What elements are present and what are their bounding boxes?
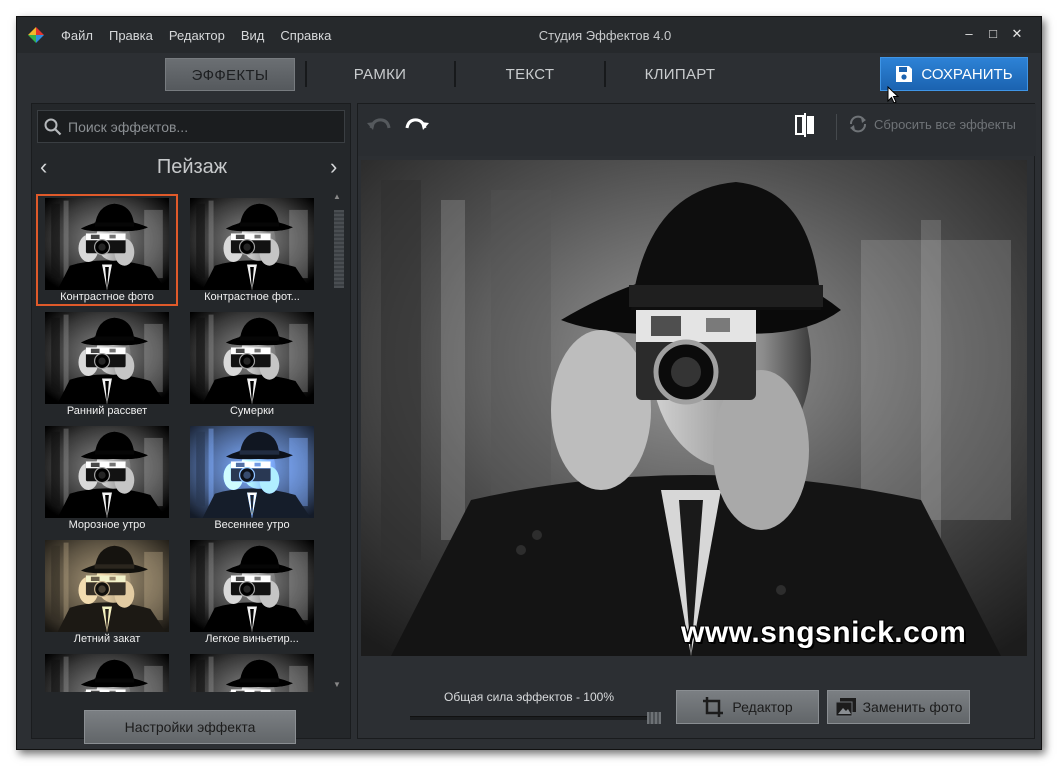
effect-thumbnail xyxy=(45,312,169,404)
effect-tile[interactable]: Легкое виньетир... xyxy=(181,536,323,648)
tab-divider xyxy=(305,61,307,87)
replace-photo-label: Заменить фото xyxy=(862,699,963,715)
photo-image xyxy=(361,160,1027,656)
category-prev-button[interactable]: ‹ xyxy=(40,154,47,180)
tab-text[interactable]: ТЕКСТ xyxy=(465,58,595,91)
save-button-label: СОХРАНИТЬ xyxy=(921,65,1013,83)
effect-strength-slider[interactable] xyxy=(410,716,658,720)
crop-icon xyxy=(703,697,724,717)
tab-frames[interactable]: РАМКИ xyxy=(315,58,445,91)
effect-thumbnail xyxy=(190,426,314,518)
undo-icon[interactable] xyxy=(366,114,392,136)
effect-tile[interactable]: Контрастное фот... xyxy=(181,194,323,306)
app-window: Файл Правка Редактор Вид Справка Студия … xyxy=(16,16,1042,750)
category-next-button[interactable]: › xyxy=(330,154,337,180)
effect-strength-label: Общая сила эффектов - 100% xyxy=(444,690,614,704)
effect-tile[interactable] xyxy=(181,650,323,692)
title-bar: Файл Правка Редактор Вид Справка Студия … xyxy=(17,17,1041,53)
search-box xyxy=(37,110,345,143)
tab-divider xyxy=(454,61,456,87)
save-icon xyxy=(896,66,913,82)
effect-thumbnail xyxy=(45,198,169,290)
search-icon xyxy=(44,118,62,136)
window-title: Студия Эффектов 4.0 xyxy=(538,28,672,43)
effect-label: Морозное утро xyxy=(68,519,146,531)
preview-toolbar: Сбросить все эффекты xyxy=(358,104,1036,156)
effect-tile[interactable]: Морозное утро xyxy=(36,422,178,534)
search-input[interactable] xyxy=(68,111,338,142)
effect-label: Ранний рассвет xyxy=(66,405,148,417)
reset-effects-label: Сбросить все эффекты xyxy=(874,116,1016,132)
effects-grid: Контрастное фото Контрастное фот... Ранний… xyxy=(36,192,328,692)
tab-clipart[interactable]: КЛИПАРТ xyxy=(615,58,745,91)
scroll-down-icon[interactable]: ▼ xyxy=(333,680,341,689)
effect-label: Легкое виньетир... xyxy=(205,633,299,645)
preview-panel: Сбросить все эффекты www.sngsnick.com Об… xyxy=(357,103,1036,739)
effect-tile[interactable]: Весеннее утро xyxy=(181,422,323,534)
photo-preview: www.sngsnick.com xyxy=(361,160,1027,656)
toolbar-divider xyxy=(836,114,837,140)
replace-photo-button[interactable]: Заменить фото xyxy=(827,690,970,724)
image-icon xyxy=(835,698,856,717)
effect-label: Весеннее утро xyxy=(214,519,290,531)
refresh-icon xyxy=(850,115,866,133)
tab-effects[interactable]: ЭФФЕКТЫ xyxy=(165,58,295,91)
effect-tile[interactable]: Контрастное фото xyxy=(36,194,178,306)
effect-tile[interactable]: Ранний рассвет xyxy=(36,308,178,420)
effect-thumbnail xyxy=(45,540,169,632)
scrollbar-thumb[interactable] xyxy=(334,210,344,288)
effect-label: Контрастное фото xyxy=(60,291,154,303)
effects-panel: ‹ Пейзаж › Контрастное фотоКонтрастное ф… xyxy=(31,103,351,744)
effect-label: Контрастное фот... xyxy=(204,291,300,303)
effect-thumbnail xyxy=(45,426,169,518)
effect-thumbnail xyxy=(190,540,314,632)
effect-tile[interactable] xyxy=(36,650,178,692)
effect-thumbnail xyxy=(190,654,314,692)
tab-divider xyxy=(604,61,606,87)
effect-strength-handle[interactable] xyxy=(647,712,661,724)
editor-button-label: Редактор xyxy=(732,699,793,715)
effect-thumbnail xyxy=(45,654,169,692)
effects-scrollbar[interactable]: ▲ ▼ xyxy=(330,192,346,692)
scroll-up-icon[interactable]: ▲ xyxy=(333,192,341,201)
mouse-cursor-icon xyxy=(887,86,899,104)
effect-thumbnail xyxy=(190,312,314,404)
effect-tile[interactable]: Летний закат xyxy=(36,536,178,648)
effect-tile[interactable]: Сумерки xyxy=(181,308,323,420)
redo-icon[interactable] xyxy=(404,114,430,136)
close-button[interactable]: ✕ xyxy=(1009,26,1025,42)
effect-settings-button[interactable]: Настройки эффекта xyxy=(84,710,296,744)
editor-button[interactable]: Редактор xyxy=(676,690,819,724)
compare-icon[interactable] xyxy=(794,112,816,138)
effect-label: Летний закат xyxy=(73,633,141,645)
maximize-button[interactable]: □ xyxy=(985,26,1001,41)
save-button[interactable]: СОХРАНИТЬ xyxy=(880,57,1028,91)
effect-thumbnail xyxy=(190,198,314,290)
category-title: Пейзаж xyxy=(156,156,228,178)
effect-label: Сумерки xyxy=(229,405,275,417)
minimize-button[interactable]: – xyxy=(961,26,977,41)
watermark-text: www.sngsnick.com xyxy=(681,616,967,649)
reset-effects-button[interactable]: Сбросить все эффекты xyxy=(848,112,1016,136)
